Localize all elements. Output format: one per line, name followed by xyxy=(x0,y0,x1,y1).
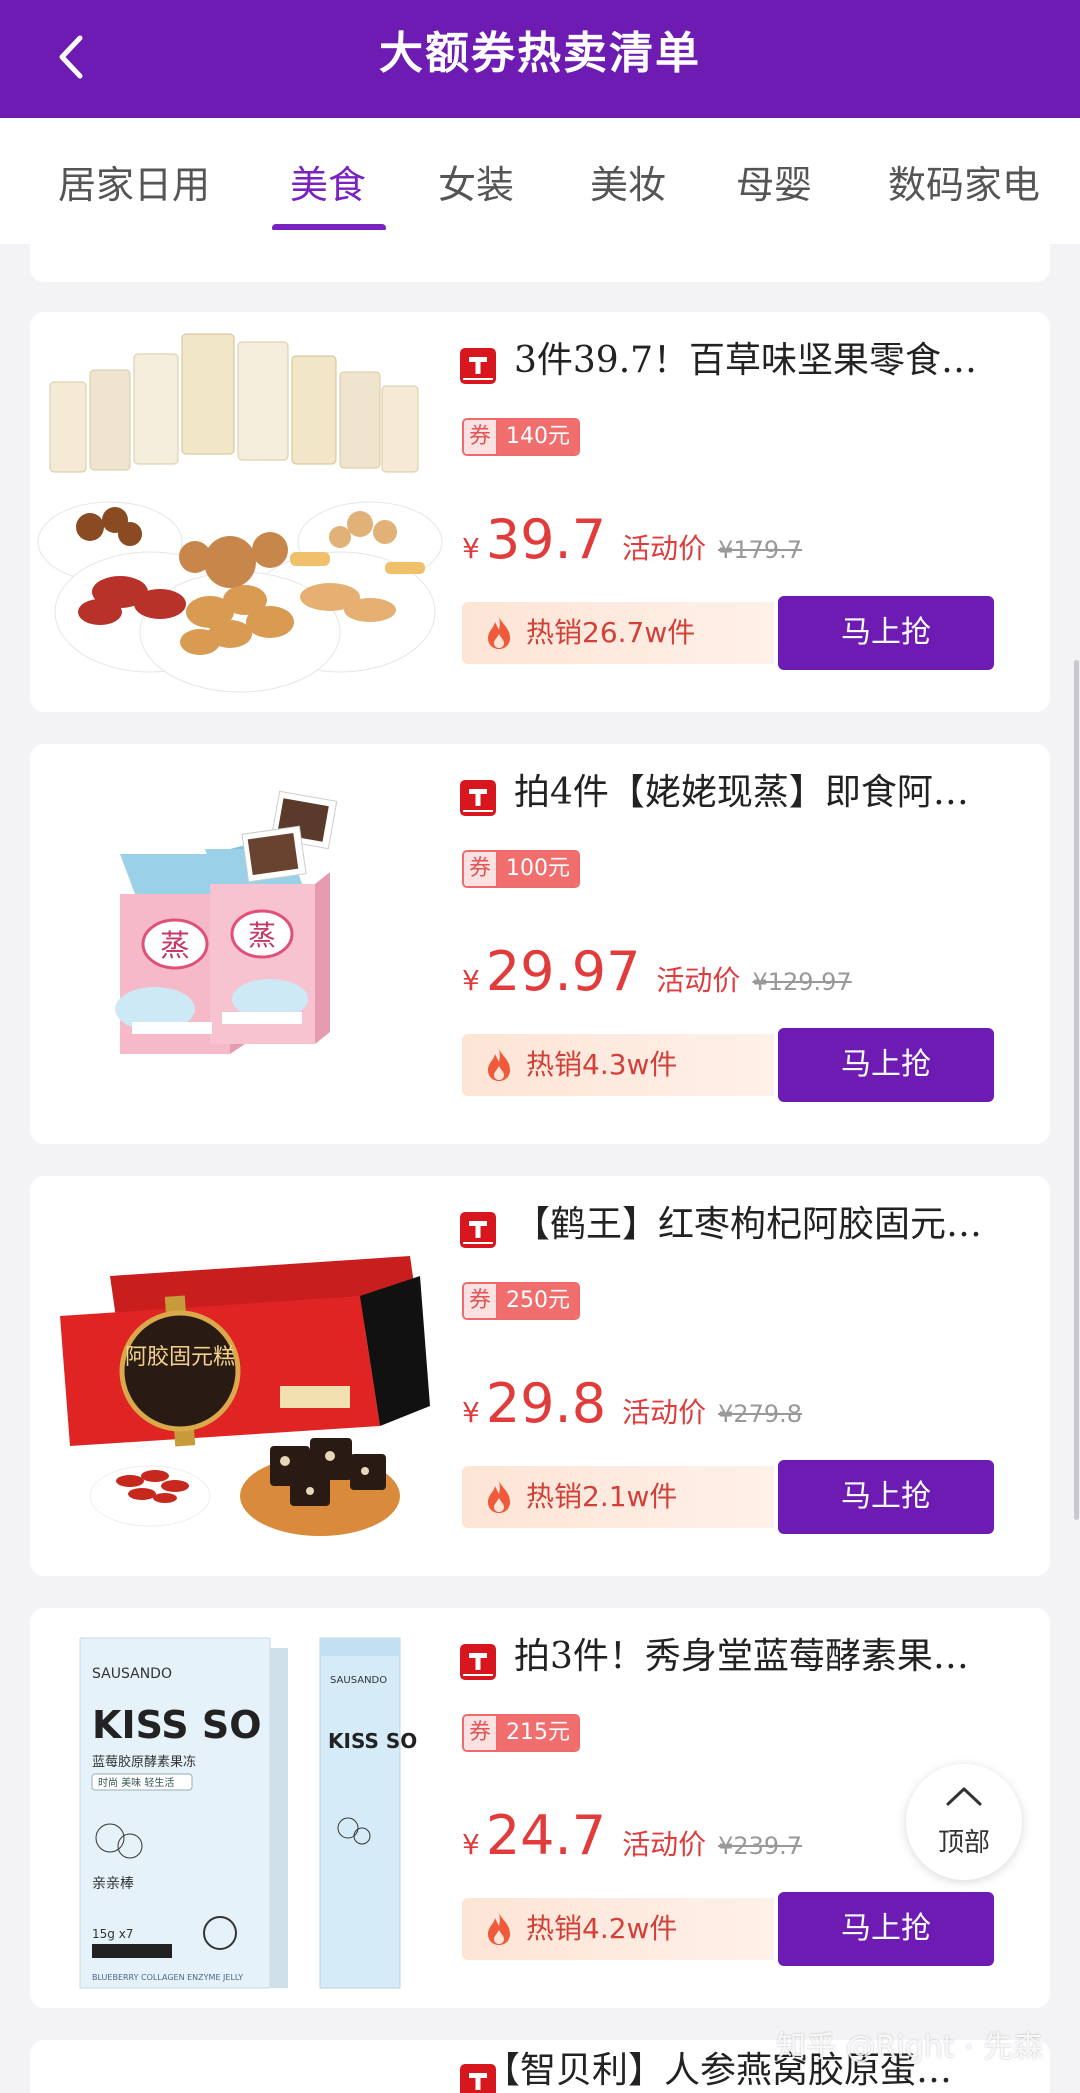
product-title: 【鹤王】红枣枸杞阿胶固元… xyxy=(514,1204,983,1245)
buy-now-button[interactable]: 马上抢 xyxy=(778,596,994,670)
hot-sales-count: 热销4.2w件 xyxy=(526,1912,678,1945)
original-price: ¥179.7 xyxy=(718,536,803,564)
product-image: SAUSANDO KISS SO 蓝莓胶原酵素果冻 时尚 美味 轻生活 亲亲棒 … xyxy=(30,1608,450,2008)
sale-price: 29.8 xyxy=(485,1372,607,1435)
coupon-value: 215元 xyxy=(498,1716,578,1750)
product-image: 阿胶固元糕 xyxy=(30,1176,450,1576)
hot-sales-count: 热销4.3w件 xyxy=(526,1048,678,1081)
coupon-tag: 券 xyxy=(464,1284,498,1318)
original-price: ¥239.7 xyxy=(718,1832,803,1860)
tmall-icon xyxy=(460,780,496,816)
price-row: ¥ 24.7 活动价 ¥239.7 xyxy=(462,1804,802,1874)
chevron-up-icon xyxy=(946,1787,982,1806)
tab-mother-baby[interactable]: 母婴 xyxy=(736,154,812,209)
box-label: 阿胶固元糕 xyxy=(125,1345,235,1370)
coupon-value: 250元 xyxy=(498,1284,578,1318)
activity-price-label: 活动价 xyxy=(622,1828,707,1861)
product-image: 蒸 蒸 xyxy=(30,744,450,1144)
tab-food[interactable]: 美食 xyxy=(290,154,366,209)
box-sub-brand: 亲亲棒 xyxy=(92,1876,134,1892)
product-title-row: 【鹤王】红枣枸杞阿胶固元… xyxy=(460,1194,1050,1254)
box-tagline: 时尚 美味 轻生活 xyxy=(98,1776,174,1789)
product-card[interactable]: SAUSANDO KISS SO 蓝莓胶原酵素果冻 时尚 美味 轻生活 亲亲棒 … xyxy=(30,1608,1050,2008)
hot-sales-bar: 热销4.2w件 xyxy=(462,1898,774,1960)
product-card[interactable]: 阿胶固元糕 【鹤王】红枣枸杞阿胶固元… 券 250元 ¥ 29.8 活动价 ¥2… xyxy=(30,1176,1050,1576)
coupon-badge: 券 250元 xyxy=(462,1282,580,1320)
original-price: ¥129.97 xyxy=(752,968,852,996)
product-card[interactable]: 蒸 蒸 拍4件【姥姥现蒸】即食阿… 券 100元 ¥ 29.97 活动价 ¥12… xyxy=(30,744,1050,1144)
fire-icon xyxy=(488,1481,510,1513)
back-to-top-label: 顶部 xyxy=(937,1828,990,1858)
currency-symbol: ¥ xyxy=(462,532,480,565)
price-row: ¥ 39.7 活动价 ¥179.7 xyxy=(462,508,802,578)
tab-home-goods[interactable]: 居家日用 xyxy=(58,154,210,209)
product-title: 拍3件！秀身堂蓝莓酵素果… xyxy=(514,1636,969,1677)
coupon-badge: 券 215元 xyxy=(462,1714,580,1752)
activity-price-label: 活动价 xyxy=(622,532,707,565)
coupon-tag: 券 xyxy=(464,420,498,454)
original-price: ¥279.8 xyxy=(718,1400,803,1428)
box-product-name: KISS SO xyxy=(92,1703,262,1747)
product-title-row: 3件39.7！百草味坚果零食… xyxy=(460,330,1050,390)
category-tabs: 居家日用 美食 女装 美妆 母婴 数码家电 xyxy=(0,118,1080,244)
coupon-badge: 券 100元 xyxy=(462,850,580,888)
box-subtitle: 蓝莓胶原酵素果冻 xyxy=(92,1754,196,1770)
box-footer: BLUEBERRY COLLAGEN ENZYME JELLY xyxy=(92,1973,243,1982)
hot-sales-bar: 热销2.1w件 xyxy=(462,1466,774,1528)
tmall-icon xyxy=(460,1212,496,1248)
coupon-value: 100元 xyxy=(498,852,578,886)
buy-now-button[interactable]: 马上抢 xyxy=(778,1028,994,1102)
fire-icon xyxy=(488,1913,510,1945)
product-image xyxy=(30,312,450,712)
fire-icon xyxy=(488,1049,510,1081)
box-logo-char: 蒸 xyxy=(160,929,190,964)
back-to-top-button[interactable]: 顶部 xyxy=(906,1764,1022,1880)
tmall-icon xyxy=(460,348,496,384)
price-row: ¥ 29.8 活动价 ¥279.8 xyxy=(462,1372,802,1442)
activity-price-label: 活动价 xyxy=(622,1396,707,1429)
fire-icon xyxy=(488,617,510,649)
coupon-badge: 券 140元 xyxy=(462,418,580,456)
coupon-tag: 券 xyxy=(464,1716,498,1750)
product-title: 拍4件【姥姥现蒸】即食阿… xyxy=(514,772,969,813)
currency-symbol: ¥ xyxy=(462,1396,480,1429)
activity-price-label: 活动价 xyxy=(656,964,741,997)
product-title-row: 拍4件【姥姥现蒸】即食阿… xyxy=(460,762,1050,822)
sale-price: 39.7 xyxy=(485,508,607,571)
hot-sales-count: 热销26.7w件 xyxy=(526,616,696,649)
scrollbar[interactable] xyxy=(1074,660,1079,1520)
coupon-tag: 券 xyxy=(464,852,498,886)
product-title: 3件39.7！百草味坚果零食… xyxy=(514,340,978,381)
price-row: ¥ 29.97 活动价 ¥129.97 xyxy=(462,940,852,1010)
previous-card-stub xyxy=(30,230,1050,282)
app-header: 大额券热卖清单 xyxy=(0,0,1080,118)
coupon-value: 140元 xyxy=(498,420,578,454)
box-logo-char: 蒸 xyxy=(248,919,276,952)
tmall-icon xyxy=(460,1644,496,1680)
hot-sales-bar: 热销26.7w件 xyxy=(462,602,774,664)
buy-now-button[interactable]: 马上抢 xyxy=(778,1460,994,1534)
hot-sales-bar: 热销4.3w件 xyxy=(462,1034,774,1096)
box-weight: 15g x7 xyxy=(92,1927,133,1941)
currency-symbol: ¥ xyxy=(462,1828,480,1861)
sale-price: 24.7 xyxy=(485,1804,607,1867)
stick-brand: SAUSANDO xyxy=(330,1675,387,1686)
tab-digital-appliances[interactable]: 数码家电 xyxy=(888,154,1040,209)
product-card[interactable]: 3件39.7！百草味坚果零食… 券 140元 ¥ 39.7 活动价 ¥179.7… xyxy=(30,312,1050,712)
tab-womens-wear[interactable]: 女装 xyxy=(438,154,514,209)
currency-symbol: ¥ xyxy=(462,964,480,997)
stick-product-name: KISS SO xyxy=(328,1729,417,1753)
watermark: 知乎 @Right · 先森 xyxy=(776,2030,1044,2065)
page-title: 大额券热卖清单 xyxy=(379,28,701,79)
tab-beauty[interactable]: 美妆 xyxy=(590,154,666,209)
product-title-row: 拍3件！秀身堂蓝莓酵素果… xyxy=(460,1626,1050,1686)
hot-sales-count: 热销2.1w件 xyxy=(526,1480,678,1513)
buy-now-button[interactable]: 马上抢 xyxy=(778,1892,994,1966)
sale-price: 29.97 xyxy=(485,940,641,1003)
box-brand: SAUSANDO xyxy=(92,1666,172,1682)
